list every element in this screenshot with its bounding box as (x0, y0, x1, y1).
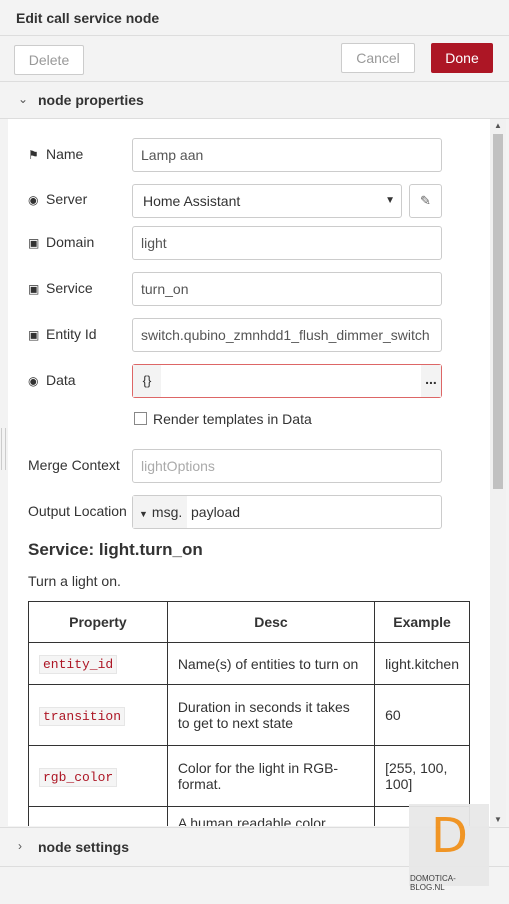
expand-editor-button[interactable]: ... (421, 365, 441, 397)
merge-context-label: Merge Context (28, 457, 120, 473)
service-label: ▣ Service (28, 280, 93, 296)
caret-down-icon: ▼ (139, 509, 148, 519)
table-header-row: Property Desc Example (28, 601, 470, 643)
scroll-up-icon[interactable]: ▲ (494, 121, 502, 130)
chevron-down-icon: ⌄ (18, 92, 29, 106)
column-header: Example (374, 601, 470, 643)
merge-context-input[interactable]: lightOptions (132, 449, 442, 483)
resize-handle[interactable] (1, 428, 6, 470)
desc-cell: Name(s) of entities to turn on (166, 642, 376, 685)
table-row: A human readable color (28, 806, 470, 826)
scroll-down-icon[interactable]: ▼ (494, 815, 502, 824)
entity-id-label: ▣ Entity Id (28, 326, 97, 342)
dot-circle-icon: ◉ (28, 193, 39, 207)
pencil-icon: ✎ (420, 193, 431, 208)
node-properties-label: node properties (38, 92, 144, 108)
example-cell: [255, 100, 100] (374, 745, 470, 807)
desc-cell: Color for the light in RGB-format. (166, 745, 376, 807)
example-cell: light.kitchen (374, 642, 470, 685)
property-cell: entity_id (28, 642, 168, 685)
watermark-text: DOMOTICA-BLOG.NL (410, 874, 456, 892)
node-properties-header[interactable]: ⌄ node properties (0, 81, 509, 119)
name-label: ⚑ Name (28, 146, 84, 162)
node-properties-panel: ⚑ Name Lamp aan ◉ Server Home Assistant ▼ … (8, 119, 490, 826)
dialog-header: Edit call service node (0, 0, 509, 36)
dialog-title: Edit call service node (16, 10, 160, 26)
service-input[interactable]: turn_on (132, 272, 442, 306)
property-cell: rgb_color (28, 745, 168, 807)
table-row: rgb_color Color for the light in RGB-for… (28, 745, 470, 807)
dot-circle-icon: ◉ (28, 374, 39, 388)
done-button[interactable]: Done (431, 43, 493, 73)
table-row: transition Duration in seconds it takes … (28, 684, 470, 746)
output-location-input[interactable]: ▼ msg. payload (132, 495, 442, 529)
domain-label: ▣ Domain (28, 234, 95, 250)
cube-icon: ▣ (28, 236, 40, 250)
node-settings-label: node settings (38, 839, 130, 855)
service-fields-table: Property Desc Example entity_id Name(s) … (28, 601, 470, 826)
desc-cell: Duration in seconds it takes to get to n… (166, 684, 376, 746)
table-row: entity_id Name(s) of entities to turn on… (28, 642, 470, 685)
column-header: Property (28, 601, 168, 643)
output-location-label: Output Location (28, 503, 127, 519)
property-cell (28, 806, 168, 826)
edit-server-button[interactable]: ✎ (409, 184, 442, 218)
delete-button[interactable]: Delete (14, 45, 84, 75)
cube-icon: ▣ (28, 328, 40, 342)
tag-icon: ⚑ (28, 148, 39, 162)
server-label: ◉ Server (28, 191, 88, 207)
chevron-right-icon: › (18, 839, 22, 853)
render-templates-label: Render templates in Data (153, 411, 312, 427)
watermark-logo: D DOMOTICA-BLOG.NL (409, 804, 489, 892)
data-label: ◉ Data (28, 372, 76, 388)
json-type-button[interactable]: {} (133, 365, 161, 397)
entity-id-input[interactable]: switch.qubino_zmnhdd1_flush_dimmer_switc… (132, 318, 442, 352)
msg-type-selector[interactable]: ▼ msg. (133, 496, 187, 528)
cube-icon: ▣ (28, 282, 40, 296)
scrollbar-thumb[interactable] (493, 134, 503, 489)
example-cell: 60 (374, 684, 470, 746)
column-header: Desc (166, 601, 376, 643)
domain-input[interactable]: light (132, 226, 442, 260)
data-input[interactable]: {} ... (132, 364, 442, 398)
server-select[interactable]: Home Assistant ▼ (132, 184, 402, 218)
dropdown-arrow-icon: ▼ (385, 195, 395, 206)
watermark-letter: D (431, 808, 468, 864)
desc-cell: A human readable color (166, 806, 376, 826)
service-info-description: Turn a light on. (28, 573, 121, 589)
service-info-title: Service: light.turn_on (28, 540, 203, 559)
render-templates-checkbox[interactable] (134, 412, 147, 425)
name-input[interactable]: Lamp aan (132, 138, 442, 172)
property-cell: transition (28, 684, 168, 746)
output-location-value: payload (191, 504, 241, 520)
panel-scrollbar[interactable]: ▲ ▼ (490, 119, 506, 826)
cancel-button[interactable]: Cancel (341, 43, 415, 73)
render-templates-row: Render templates in Data (134, 411, 312, 427)
dialog-toolbar: Delete Cancel Done (0, 36, 509, 81)
